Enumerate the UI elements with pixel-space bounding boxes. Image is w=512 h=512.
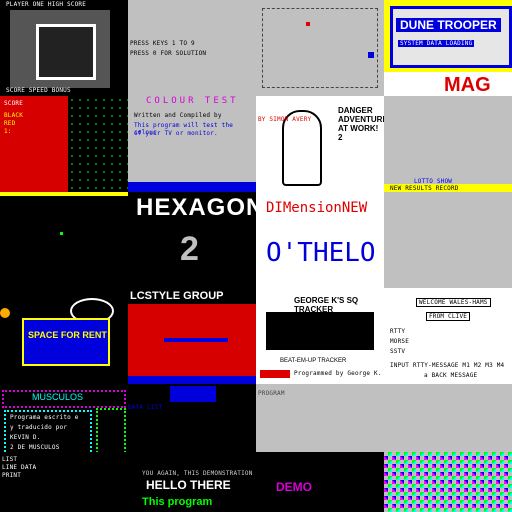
tile-lcstyle[interactable]: LCSTYLE GROUP <box>128 288 256 384</box>
subtitle: SYSTEM DATA LOADING <box>398 40 475 47</box>
tile-sq-tracker[interactable]: GEORGE K'S SQ TRACKER BEAT-EM-UP TRACKER… <box>256 288 384 384</box>
score-line: RED <box>4 120 16 127</box>
mag-logo: MAG <box>444 74 491 96</box>
tile-grey-blank[interactable] <box>384 192 512 288</box>
hexagon-title: HEXAGON <box>136 194 256 221</box>
lotto-subtitle: NEW RESULTS RECORD <box>390 185 459 192</box>
musculos-title: MUSCULOS <box>32 392 84 402</box>
tile-keys[interactable]: PRESS KEYS 1 TO 9 PRESS 0 FOR SOLUTION <box>128 0 256 96</box>
by-line: BY SIMON AVERY <box>258 116 312 123</box>
map-marker <box>306 22 310 26</box>
tile-hexagon[interactable]: HEXAGON 2 <box>128 192 256 288</box>
tile-lotto[interactable]: LOTTO SHOW NEW RESULTS RECORD <box>384 96 512 192</box>
hello-greeting: HELLO THERE <box>146 478 231 492</box>
top-strip <box>0 192 128 196</box>
title-panel <box>390 6 512 68</box>
list-line: LIST <box>2 456 18 463</box>
danger-text: DANGER ADVENTURER AT WORK! 2 <box>338 106 384 142</box>
demo-title: DEMO <box>276 480 312 494</box>
tile-line-1: PRESS KEYS 1 TO 9 <box>130 40 195 47</box>
map-border <box>262 8 378 88</box>
tile-line-2: PRESS 0 FOR SOLUTION <box>130 50 207 57</box>
tile-hello-there[interactable]: YOU AGAIN, THIS DEMONSTRATION HELLO THER… <box>128 452 256 512</box>
colour-test-title: COLOUR TEST <box>146 96 239 106</box>
colour-line: Written and Compiled by <box>134 112 222 119</box>
tile-othelo[interactable]: DIMensionNEW O'THELO <box>256 192 384 288</box>
title-box <box>22 318 110 366</box>
tile-space-detective[interactable]: SPACE FOR RENT <box>0 288 128 384</box>
menu-rtty[interactable]: RTTY <box>390 328 405 335</box>
mini-panel <box>170 386 216 402</box>
list-line: LINE DATA <box>2 464 37 471</box>
game-title: DUNE TROOPER <box>396 18 501 32</box>
tile-label-bottom: SCORE SPEED BONUS <box>6 87 71 94</box>
barrier <box>164 338 228 342</box>
tile-dotted-map[interactable] <box>256 0 384 96</box>
othelo-title: O'THELO <box>266 238 376 268</box>
star <box>60 232 63 235</box>
tile-dune-trooper[interactable]: DUNE TROOPER SYSTEM DATA LOADING MAG <box>384 0 512 96</box>
rtty-footer: INPUT RTTY-MESSAGE M1 M2 M3 M4 <box>390 362 505 369</box>
floor-strip <box>128 376 256 384</box>
welcome-banner: WELCOME WALES-HAMS <box>416 298 491 307</box>
hexagon-number: 2 <box>180 230 199 268</box>
bottom-strip: LIST LINE DATA PRINT YOU AGAIN, THIS DEM… <box>0 452 512 512</box>
menu-morse[interactable]: MORSE <box>390 338 409 345</box>
tile-label-top: PLAYER ONE HIGH SCORE <box>6 1 87 8</box>
tile-score[interactable]: SCORE BLACK RED 1: <box>0 96 128 192</box>
menu-sstv[interactable]: SSTV <box>390 348 405 355</box>
dimension-title: DIMensionNEW <box>266 200 368 216</box>
lcstyle-title: LCSTYLE GROUP <box>130 290 224 302</box>
thumbnail-grid: PLAYER ONE HIGH SCORE SCORE SPEED BONUS … <box>0 0 512 512</box>
tile-rtty[interactable]: WELCOME WALES-HAMS FROM CLIVE RTTY MORSE… <box>384 288 512 384</box>
side-dots <box>68 96 128 192</box>
musculos-line: KEVIN D. <box>10 434 41 441</box>
danger-title: DANGER ADVENTURER AT WORK! 2 <box>338 106 384 186</box>
musculos-line: 2 DE MUSCULOS <box>10 444 60 451</box>
from-label: FROM CLIVE <box>426 312 471 321</box>
grey-line: PROGRAM <box>258 390 285 397</box>
tracker-logo <box>266 312 374 350</box>
rtty-footer-2: a BACK MESSAGE <box>424 372 478 379</box>
tile-colour-test[interactable]: COLOUR TEST Written and Compiled by This… <box>128 96 256 192</box>
tile-danger-adventurer[interactable]: BY SIMON AVERY DANGER ADVENTURER AT WORK… <box>256 96 384 192</box>
score-line: 1: <box>4 128 12 135</box>
map-marker <box>368 52 374 58</box>
status-bar <box>128 182 256 192</box>
tile-list[interactable]: LIST LINE DATA PRINT <box>0 452 128 512</box>
hello-bottom: This program <box>142 496 213 508</box>
colour-line: of your TV or monitor. <box>134 130 218 137</box>
tile-header <box>128 0 256 18</box>
ship-icon <box>0 308 10 318</box>
musculos-line: y traducido por <box>10 424 68 431</box>
score-line: BLACK <box>4 112 24 119</box>
tile-demo[interactable]: DEMO <box>256 452 384 512</box>
tile-block-puzzle[interactable]: PLAYER ONE HIGH SCORE SCORE SPEED BONUS <box>0 0 128 96</box>
tracker-credit: Programmed by George K. <box>294 370 382 377</box>
musculos-line: Programa escrito e <box>10 414 79 421</box>
brand-badge <box>260 370 290 378</box>
score-label: SCORE <box>4 100 24 107</box>
tracker-subtitle: BEAT-EM-UP TRACKER <box>280 358 347 364</box>
space-title: SPACE FOR RENT <box>28 330 107 340</box>
navy-line: DATA LIST <box>128 404 163 411</box>
play-area <box>128 304 256 384</box>
tile-checker[interactable] <box>384 452 512 512</box>
tile-black-stars[interactable] <box>0 192 128 288</box>
hello-top: YOU AGAIN, THIS DEMONSTRATION <box>142 470 253 477</box>
list-line: PRINT <box>2 472 22 479</box>
puzzle-center <box>36 24 96 80</box>
